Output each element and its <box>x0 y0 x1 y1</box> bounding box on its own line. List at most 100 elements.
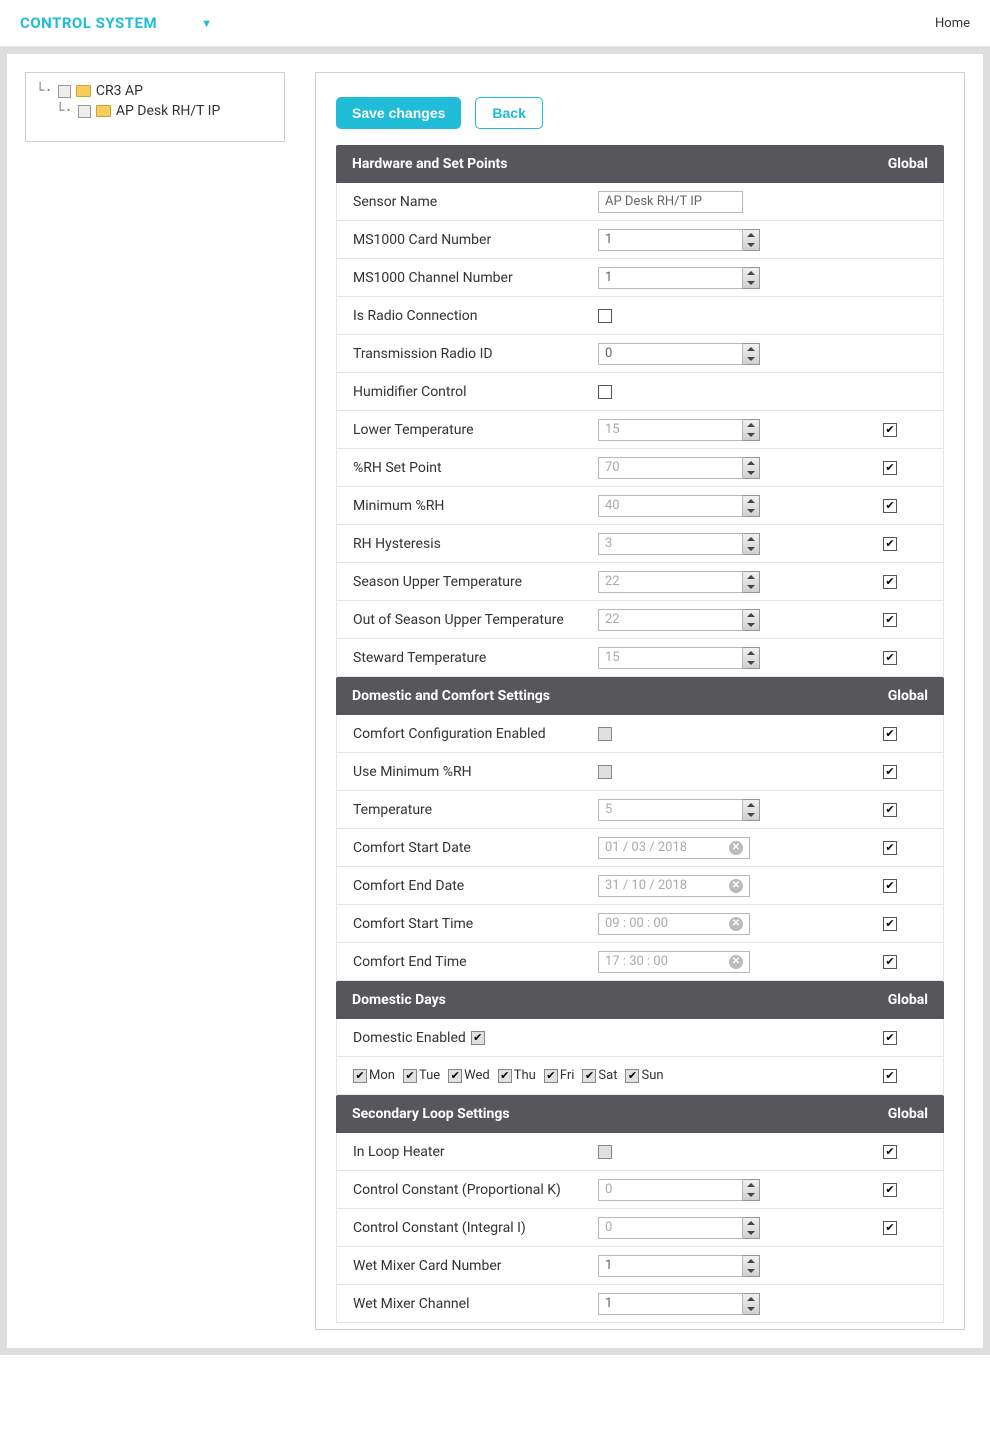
content-frame: └· CR3 AP └· AP Desk RH/T IP Save change… <box>0 47 990 1355</box>
row-start-date: Comfort Start Date 01 / 03 / 2018✕ ✔ <box>336 829 944 867</box>
prop-k-input[interactable] <box>598 1179 743 1201</box>
spinner-icon[interactable] <box>743 571 760 593</box>
global-checkbox[interactable]: ✔ <box>883 651 897 665</box>
wet-card-input[interactable] <box>598 1255 743 1277</box>
clear-icon[interactable]: ✕ <box>729 917 743 931</box>
wet-channel-input[interactable] <box>598 1293 743 1315</box>
sensor-name-input[interactable] <box>598 191 743 213</box>
channel-number-input[interactable] <box>598 267 743 289</box>
global-checkbox[interactable]: ✔ <box>883 613 897 627</box>
section-title: Hardware and Set Points <box>352 156 507 172</box>
end-time-input[interactable]: 17 : 30 : 00✕ <box>598 951 750 973</box>
row-prop-k: Control Constant (Proportional K) ✔ <box>336 1171 944 1209</box>
radio-id-input[interactable] <box>598 343 743 365</box>
global-checkbox[interactable]: ✔ <box>883 803 897 817</box>
rh-set-input[interactable] <box>598 457 743 479</box>
domestic-enabled-checkbox[interactable]: ✔ <box>471 1031 485 1045</box>
brand-title[interactable]: CONTROL SYSTEM <box>20 14 157 32</box>
row-domestic-enabled: Domestic Enabled ✔ ✔ <box>336 1019 944 1057</box>
spinner-icon[interactable] <box>743 343 760 365</box>
clear-icon[interactable]: ✕ <box>729 879 743 893</box>
tree-checkbox[interactable] <box>78 105 91 118</box>
steward-temp-input[interactable] <box>598 647 743 669</box>
section-title: Domestic and Comfort Settings <box>352 688 550 704</box>
global-checkbox[interactable]: ✔ <box>883 841 897 855</box>
in-loop-checkbox[interactable] <box>598 1145 612 1159</box>
min-rh-input[interactable] <box>598 495 743 517</box>
use-min-rh-checkbox[interactable] <box>598 765 612 779</box>
day-checkbox[interactable]: ✔ <box>403 1069 417 1083</box>
clear-icon[interactable]: ✕ <box>729 955 743 969</box>
day-label: Tue <box>419 1068 440 1083</box>
save-button[interactable]: Save changes <box>336 97 461 129</box>
row-season-upper: Season Upper Temperature ✔ <box>336 563 944 601</box>
day-checkbox[interactable]: ✔ <box>353 1069 367 1083</box>
row-sensor-name: Sensor Name <box>336 183 944 221</box>
day-checkbox[interactable]: ✔ <box>625 1069 639 1083</box>
back-button[interactable]: Back <box>475 97 542 129</box>
start-time-input[interactable]: 09 : 00 : 00✕ <box>598 913 750 935</box>
global-checkbox[interactable]: ✔ <box>883 1069 897 1083</box>
day-checkbox[interactable]: ✔ <box>544 1069 558 1083</box>
global-checkbox[interactable]: ✔ <box>883 765 897 779</box>
home-link[interactable]: Home <box>935 16 970 31</box>
lower-temp-input[interactable] <box>598 419 743 441</box>
clear-icon[interactable]: ✕ <box>729 841 743 855</box>
integral-i-input[interactable] <box>598 1217 743 1239</box>
day-checkbox[interactable]: ✔ <box>448 1069 462 1083</box>
global-checkbox[interactable]: ✔ <box>883 727 897 741</box>
global-checkbox[interactable]: ✔ <box>883 575 897 589</box>
spinner-icon[interactable] <box>743 1255 760 1277</box>
spinner-icon[interactable] <box>743 495 760 517</box>
spinner-icon[interactable] <box>743 419 760 441</box>
tree-checkbox[interactable] <box>58 85 71 98</box>
global-checkbox[interactable]: ✔ <box>883 423 897 437</box>
season-upper-input[interactable] <box>598 571 743 593</box>
end-date-input[interactable]: 31 / 10 / 2018✕ <box>598 875 750 897</box>
is-radio-checkbox[interactable] <box>598 309 612 323</box>
spinner-icon[interactable] <box>743 267 760 289</box>
start-date-input[interactable]: 01 / 03 / 2018✕ <box>598 837 750 859</box>
topbar: CONTROL SYSTEM ▼ Home <box>0 0 990 47</box>
spinner-icon[interactable] <box>743 799 760 821</box>
spinner-icon[interactable] <box>743 457 760 479</box>
global-checkbox[interactable]: ✔ <box>883 461 897 475</box>
global-checkbox[interactable]: ✔ <box>883 537 897 551</box>
section-title: Domestic Days <box>352 992 446 1008</box>
rh-hyst-input[interactable] <box>598 533 743 555</box>
global-checkbox[interactable]: ✔ <box>883 1145 897 1159</box>
humidifier-checkbox[interactable] <box>598 385 612 399</box>
card-number-input[interactable] <box>598 229 743 251</box>
spinner-icon[interactable] <box>743 647 760 669</box>
spinner-icon[interactable] <box>743 1217 760 1239</box>
global-checkbox[interactable]: ✔ <box>883 917 897 931</box>
comfort-enabled-checkbox[interactable] <box>598 727 612 741</box>
global-checkbox[interactable]: ✔ <box>883 1183 897 1197</box>
spinner-icon[interactable] <box>743 533 760 555</box>
day-checkbox[interactable]: ✔ <box>498 1069 512 1083</box>
tree-root-row[interactable]: └· CR3 AP <box>36 81 274 101</box>
spinner-icon[interactable] <box>743 609 760 631</box>
global-checkbox[interactable]: ✔ <box>883 499 897 513</box>
day-checkbox[interactable]: ✔ <box>582 1069 596 1083</box>
tree-child-row[interactable]: └· AP Desk RH/T IP <box>56 101 274 121</box>
global-checkbox[interactable]: ✔ <box>883 955 897 969</box>
out-season-upper-input[interactable] <box>598 609 743 631</box>
day-label: Sun <box>641 1068 663 1083</box>
row-end-time: Comfort End Time 17 : 30 : 00✕ ✔ <box>336 943 944 981</box>
tree-child-label: AP Desk RH/T IP <box>116 103 220 119</box>
global-checkbox[interactable]: ✔ <box>883 879 897 893</box>
row-min-rh: Minimum %RH ✔ <box>336 487 944 525</box>
chevron-down-icon[interactable]: ▼ <box>201 17 212 30</box>
temperature-input[interactable] <box>598 799 743 821</box>
row-temperature: Temperature ✔ <box>336 791 944 829</box>
spinner-icon[interactable] <box>743 1293 760 1315</box>
global-checkbox[interactable]: ✔ <box>883 1031 897 1045</box>
row-channel-number: MS1000 Channel Number <box>336 259 944 297</box>
global-checkbox[interactable]: ✔ <box>883 1221 897 1235</box>
section-global-label: Global <box>888 688 928 704</box>
spinner-icon[interactable] <box>743 229 760 251</box>
row-radio-id: Transmission Radio ID <box>336 335 944 373</box>
spinner-icon[interactable] <box>743 1179 760 1201</box>
tree-root-label: CR3 AP <box>96 83 143 99</box>
